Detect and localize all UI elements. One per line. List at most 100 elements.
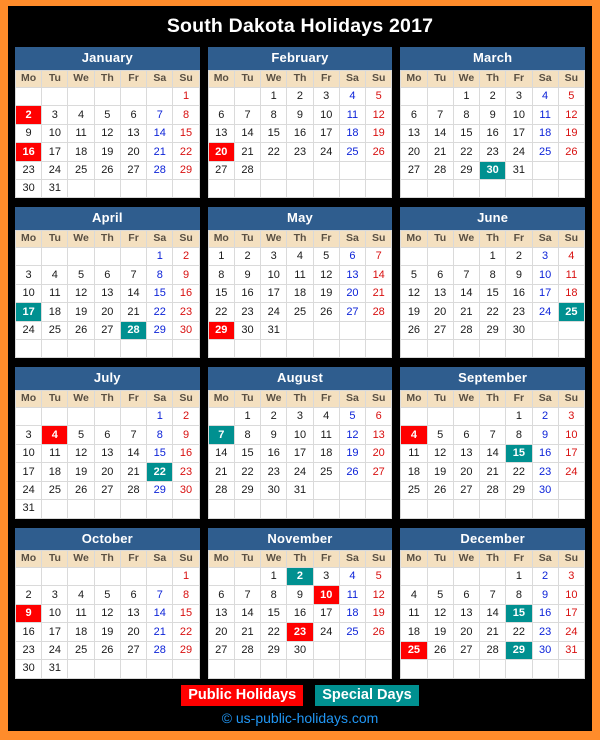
day-cell: 10 [41,603,69,624]
day-cell: 26 [338,462,367,482]
day-cell: 15 [146,443,174,464]
month-card: February Mo Tu We Th Fr Sa Su 1 2 3 4 5 6 7 8 9 10 11 12 13… [207,47,393,199]
day-cell: 29 [505,480,533,501]
weekday-header-su: Su [557,390,586,408]
day-cell-empty [67,499,95,519]
week-row: 12 [14,246,200,267]
weekday-header-mo: Mo [400,70,428,88]
day-cell-empty [557,480,586,501]
week-row [207,339,393,359]
day-cell: 22 [260,142,288,162]
day-cell: 14 [479,603,507,624]
day-cell-empty [172,179,200,199]
weekday-header-th: Th [93,230,121,248]
day-cell: 10 [557,585,586,605]
day-cell: 16 [172,443,200,464]
weekday-header-mo: Mo [207,550,235,568]
day-cell-empty [338,480,367,501]
day-cell: 6 [365,406,393,427]
day-cell: 3 [557,406,586,427]
day-cell-empty [260,659,288,679]
week-row: 20 21 22 23 24 25 26 [400,142,586,162]
weekday-header-row: Mo Tu We Th Fr Sa Su [207,550,393,568]
day-cell: 12 [312,265,340,285]
day-cell: 22 [146,462,174,482]
day-cell: 8 [207,265,235,285]
day-cell: 3 [14,265,43,285]
day-cell: 3 [557,566,586,587]
week-row: 18 19 20 21 22 23 24 [400,462,586,482]
weekday-header-su: Su [172,70,200,88]
day-cell: 24 [505,142,533,162]
day-cell: 13 [365,425,393,445]
day-cell: 26 [67,480,95,501]
credit-link[interactable]: © us-public-holidays.com [8,710,592,727]
weekday-header-tu: Tu [426,390,454,408]
day-cell-empty [426,499,454,519]
day-cell: 27 [93,480,121,501]
weekday-header-th: Th [286,230,314,248]
day-cell: 9 [286,585,314,605]
day-cell-empty [426,339,454,359]
day-cell: 28 [146,160,174,181]
day-cell-empty [312,179,340,199]
weekday-header-tu: Tu [41,550,69,568]
day-cell: 2 [260,406,288,427]
weekday-header-sa: Sa [146,550,174,568]
day-cell: 20 [93,462,121,482]
day-cell: 24 [41,160,69,181]
week-row: 123 [400,566,586,587]
week-row: 27 28 29 30 [207,640,393,661]
weekday-header-tu: Tu [426,230,454,248]
day-cell: 14 [119,283,148,304]
day-cell: 7 [426,105,454,125]
legend-public-holidays: Public Holidays [181,684,304,707]
day-cell: 28 [479,640,507,661]
week-row [400,179,586,199]
day-cell: 12 [93,603,121,624]
day-cell: 12 [365,105,393,125]
day-cell: 5 [400,265,428,285]
day-cell: 14 [452,283,481,304]
day-cell: 18 [286,283,314,304]
day-cell-empty [67,179,95,199]
day-cell: 11 [67,123,95,144]
day-cell: 9 [505,265,533,285]
day-cell-empty [365,320,393,341]
day-cell: 13 [207,123,235,144]
day-cell-empty [41,566,69,587]
day-cell-empty [93,339,121,359]
weekday-header-sa: Sa [146,230,174,248]
day-cell-empty [479,499,507,519]
day-cell: 14 [146,603,174,624]
day-cell-empty [41,246,69,267]
day-cell: 2 [233,246,262,267]
day-cell: 4 [531,86,559,107]
day-cell: 5 [67,425,95,445]
week-row: 31 [14,499,200,519]
week-row: 11 12 13 14 15 16 17 [400,443,586,464]
weekday-header-fr: Fr [505,230,533,248]
week-row: 15 16 17 18 19 20 21 [207,283,393,304]
day-cell-empty [312,640,340,661]
day-cell: 19 [93,142,121,162]
day-cell: 8 [260,105,288,125]
day-cell: 19 [426,622,454,642]
day-cell: 9 [531,585,559,605]
day-cell: 27 [400,160,428,181]
day-cell-empty [400,86,428,107]
weekday-header-sa: Sa [338,550,367,568]
day-cell: 17 [312,123,340,144]
weekday-header-mo: Mo [207,390,235,408]
day-cell-empty [207,406,235,427]
day-cell: 15 [505,443,533,464]
day-cell: 4 [312,406,340,427]
day-cell: 16 [14,142,43,162]
day-cell: 22 [146,302,174,322]
weekday-header-fr: Fr [505,70,533,88]
month-card: May Mo Tu We Th Fr Sa Su 1 2 3 4 5 6 7 8 9 10 11 12 13 14 15 16… [207,207,393,359]
week-row: 1 [14,566,200,587]
day-cell-empty [93,179,121,199]
week-row: 16 17 18 19 20 21 22 [14,142,200,162]
day-cell: 14 [119,443,148,464]
